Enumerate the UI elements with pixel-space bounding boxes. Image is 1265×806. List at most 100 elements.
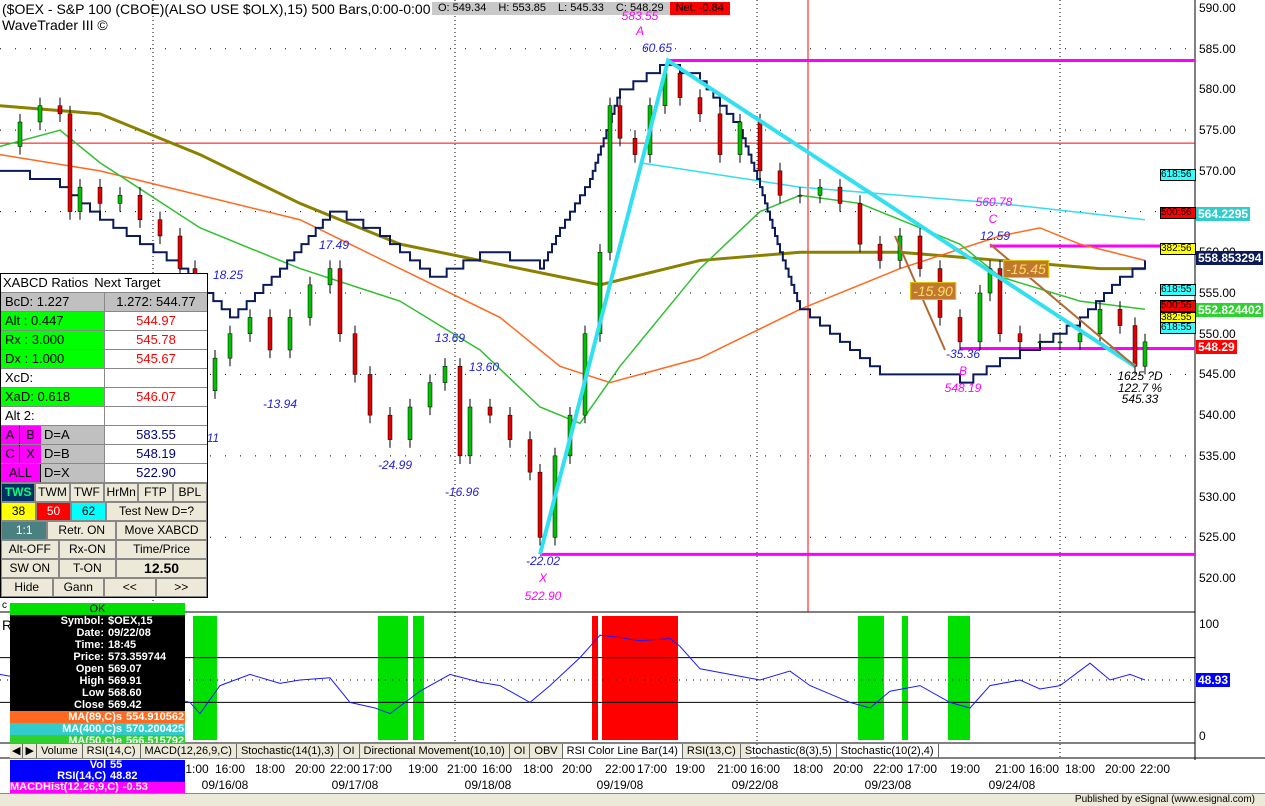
- study-tab[interactable]: Directional Movement(10,10): [360, 744, 510, 758]
- study-tab[interactable]: OI: [339, 744, 360, 758]
- option-button[interactable]: Hide: [1, 578, 53, 597]
- price-tick: 545.00: [1199, 367, 1236, 382]
- fib-target-tag: 618:55: [1160, 322, 1196, 334]
- timeframe-button[interactable]: TWM: [35, 483, 70, 502]
- candle: [77, 186, 83, 212]
- study-tab[interactable]: MACD(12,26,9,C): [141, 744, 237, 758]
- data-value: 569.91: [108, 675, 142, 687]
- option-button[interactable]: Retr. ON: [47, 521, 117, 540]
- chart-annotation: 13.69: [434, 331, 466, 345]
- chart-annotation: 13.60: [468, 360, 500, 374]
- chart-annotation: 545.33: [1121, 392, 1159, 406]
- timeframe-button[interactable]: TWF: [69, 483, 104, 502]
- time-tick: 20:00: [561, 762, 593, 776]
- option-button[interactable]: Move XABCD: [116, 521, 207, 540]
- fib-button[interactable]: 62: [71, 502, 106, 521]
- data-key: High: [79, 675, 104, 687]
- study-tab[interactable]: OI: [510, 744, 531, 758]
- rsi-red-band: [602, 616, 678, 740]
- time-tick: 16:00: [1028, 762, 1060, 776]
- rsi-tick: 0: [1199, 729, 1206, 743]
- candle: [677, 72, 683, 98]
- option-button[interactable]: Rx-ON: [58, 540, 117, 559]
- scroll-left-button[interactable]: ◀: [10, 744, 24, 758]
- destination-row: C X D=B 548.19: [1, 445, 207, 464]
- candle: [487, 406, 493, 416]
- time-tick: 19:00: [949, 762, 981, 776]
- option-button[interactable]: >>: [155, 578, 207, 597]
- option-button[interactable]: Gann: [52, 578, 104, 597]
- option-button[interactable]: 1:1: [1, 521, 48, 540]
- study-tab[interactable]: Stochastic(14(1),3): [237, 744, 339, 758]
- candle: [917, 235, 923, 269]
- rsi-red-band: [592, 616, 598, 740]
- study-tab[interactable]: Stochastic(8(3),5): [741, 744, 837, 758]
- candle: [507, 414, 513, 440]
- destination-row: ALL D=X 522.90: [1, 464, 207, 483]
- fib-button[interactable]: 50: [36, 502, 71, 521]
- candle: [1017, 333, 1023, 343]
- study-tab[interactable]: RSI(13,C): [683, 744, 741, 758]
- timeframe-button[interactable]: FTP: [138, 483, 173, 502]
- candle: [457, 366, 463, 457]
- option-button[interactable]: Time/Price: [116, 540, 208, 559]
- timeframe-button[interactable]: TWS: [1, 483, 36, 502]
- candle: [857, 203, 863, 245]
- study-tab[interactable]: Stochastic(10(2),4): [837, 744, 939, 758]
- study-tab[interactable]: Volume: [37, 744, 83, 758]
- data-row: Close 569.42: [10, 699, 185, 711]
- candle: [527, 439, 533, 473]
- candle: [817, 186, 823, 196]
- timeframe-button-row: TWS TWM TWF HrMn FTP BPL: [1, 483, 207, 502]
- candle: [617, 105, 623, 139]
- time-tick: 22:00: [1139, 762, 1171, 776]
- fib-button[interactable]: 38: [1, 502, 36, 521]
- scroll-right-button[interactable]: ▶: [23, 744, 37, 758]
- option-button[interactable]: 12.50: [116, 559, 208, 578]
- option-button[interactable]: T-ON: [58, 559, 117, 578]
- panel-header: XABCD Ratios Next Target: [1, 274, 207, 293]
- chart-annotation: 60.65: [641, 41, 673, 55]
- timeframe-button[interactable]: HrMn: [103, 483, 139, 502]
- destination-value: 583.55: [104, 426, 207, 444]
- time-tick: 17:00: [361, 762, 393, 776]
- timeframe-button[interactable]: BPL: [172, 483, 207, 502]
- study-value-row: MACDHist(12,26,9,C) -0.53: [10, 782, 185, 793]
- ok-bar: OK: [10, 603, 185, 615]
- candle: [797, 195, 803, 197]
- rsi-green-band: [378, 616, 408, 740]
- data-value: 573.359744: [108, 651, 167, 663]
- data-row: Date: 09/22/08: [10, 627, 185, 639]
- pattern-point-button[interactable]: C: [1, 445, 20, 463]
- study-tab[interactable]: RSI(14,C): [83, 744, 141, 758]
- candle: [777, 170, 783, 196]
- pattern-point-button[interactable]: ALL: [1, 464, 41, 482]
- option-button[interactable]: Alt-OFF: [1, 540, 59, 559]
- ratio-name: Dx : 1.000: [1, 350, 104, 368]
- chart-annotation: -13.94: [262, 397, 298, 411]
- ratio-row: Rx : 3.000 545.78: [1, 331, 207, 350]
- option-button[interactable]: SW ON: [1, 559, 59, 578]
- rsi-green-band: [948, 616, 970, 740]
- candle: [632, 138, 638, 155]
- data-value: 18:45: [108, 639, 137, 651]
- chart-annotation: A: [635, 24, 645, 38]
- candle: [877, 243, 883, 261]
- study-tab[interactable]: OBV: [530, 744, 563, 758]
- chart-annotation: 17.49: [318, 238, 350, 252]
- study-tab[interactable]: RSI Color Line Bar(14): [562, 744, 683, 758]
- pattern-point-button[interactable]: B: [20, 426, 41, 444]
- pattern-point-button[interactable]: A: [1, 426, 20, 444]
- candle: [367, 374, 373, 416]
- candle: [442, 366, 448, 383]
- destination-label: D=B: [41, 445, 104, 463]
- option-button-row: 1:1 Retr. ON Move XABCD: [1, 521, 207, 540]
- fib-button[interactable]: Test New D=?: [106, 502, 207, 521]
- rsi-green-band: [902, 616, 908, 740]
- candle: [227, 333, 233, 359]
- data-row: Open 569.07: [10, 663, 185, 675]
- option-button[interactable]: <<: [104, 578, 156, 597]
- time-tick: 1:00: [185, 762, 209, 776]
- pattern-point-button[interactable]: X: [20, 445, 41, 463]
- fib-target-tag: 618:56: [1160, 169, 1196, 181]
